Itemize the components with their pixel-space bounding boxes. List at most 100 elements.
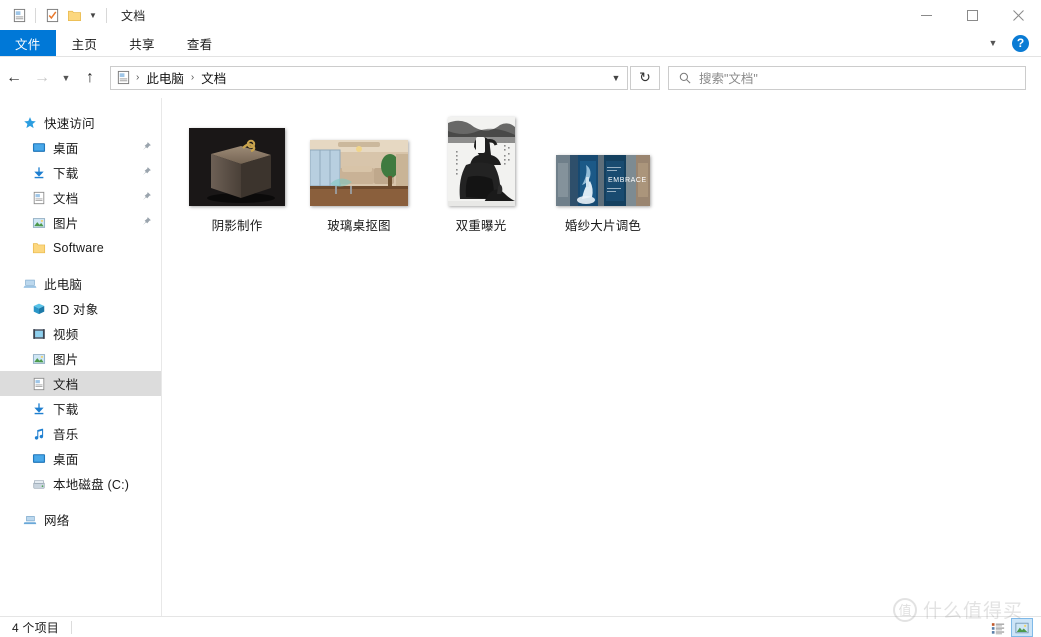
sidebar-item-label: 图片 — [53, 217, 79, 231]
breadcrumb-separator-1[interactable]: › — [136, 72, 139, 83]
large-icons-view-button[interactable] — [1011, 618, 1033, 637]
search-box[interactable]: 搜索"文档" — [668, 65, 1026, 90]
thumbnail-living-room — [310, 140, 408, 206]
sidebar-item-downloads[interactable]: 下载 — [0, 396, 161, 421]
sidebar-group-label-this-pc: 此电脑 — [44, 278, 83, 292]
file-label: 玻璃桌抠图 — [327, 219, 391, 233]
recent-locations-chevron-icon[interactable]: ▼ — [56, 63, 76, 93]
file-label: 婚纱大片调色 — [564, 219, 642, 233]
sidebar-group-this-pc[interactable]: 此电脑 — [0, 271, 161, 296]
help-button[interactable]: ? — [1012, 34, 1029, 52]
sidebar-item-label: 文档 — [53, 378, 79, 392]
pin-icon[interactable] — [141, 191, 152, 205]
sidebar-item-3d-objects[interactable]: 3D 对象 — [0, 296, 161, 321]
search-input[interactable]: 搜索"文档" — [699, 68, 758, 87]
documents-icon — [29, 377, 49, 391]
toolbar-separator — [35, 7, 36, 23]
forward-button[interactable]: → — [28, 63, 56, 93]
navigation-pane[interactable]: 快速访问 桌面 下载 文档 图片 Software 此电脑 3D 对象 视频 图… — [0, 98, 162, 616]
thumbnail-shadow-box — [189, 128, 285, 206]
file-label: 双重曝光 — [455, 219, 507, 233]
sidebar-item-documents-qa[interactable]: 文档 — [0, 185, 161, 210]
sidebar-item-label: 下载 — [53, 403, 79, 417]
documents-icon — [29, 191, 49, 205]
sidebar-item-downloads-qa[interactable]: 下载 — [0, 160, 161, 185]
back-button[interactable]: ← — [0, 63, 28, 93]
tab-view[interactable]: 查看 — [171, 30, 229, 56]
sidebar-item-label: 桌面 — [53, 142, 79, 156]
tab-share[interactable]: 共享 — [113, 30, 171, 56]
sidebar-item-label: 下载 — [53, 167, 79, 181]
network-icon — [20, 513, 40, 527]
file-item[interactable]: 双重曝光 — [420, 104, 542, 234]
pin-icon[interactable] — [141, 141, 152, 155]
sidebar-item-software[interactable]: Software — [0, 235, 161, 260]
file-item[interactable]: 玻璃桌抠图 — [298, 104, 420, 234]
sidebar-item-desktop[interactable]: 桌面 — [0, 446, 161, 471]
sidebar-item-local-disk-c[interactable]: 本地磁盘 (C:) — [0, 471, 161, 496]
view-mode-buttons — [987, 617, 1033, 637]
tab-home[interactable]: 主页 — [56, 30, 114, 56]
thumbnail-wrapper: EMBRACE — [556, 106, 650, 206]
customize-chevron-icon[interactable]: ▼ — [85, 5, 101, 25]
sidebar-item-label: 3D 对象 — [53, 303, 99, 317]
minimize-button[interactable] — [903, 0, 949, 30]
file-item[interactable]: EMBRACE 婚纱大片调色 — [542, 104, 664, 234]
folder-icon[interactable] — [63, 4, 85, 26]
sidebar-item-documents[interactable]: 文档 — [0, 371, 161, 396]
file-list-pane[interactable]: 阴影制作 玻璃桌抠图 双重曝光 EMBRACE 婚纱大片调色 — [162, 98, 1041, 616]
thumbnail-double-exposure — [447, 117, 515, 206]
downloads-icon — [29, 166, 49, 180]
sidebar-group-label-network: 网络 — [44, 514, 70, 528]
address-bar[interactable]: › 此电脑 › 文档 ▼ — [110, 65, 628, 90]
sidebar-item-pictures-qa[interactable]: 图片 — [0, 210, 161, 235]
close-button[interactable] — [995, 0, 1041, 30]
breadcrumb-item-this-pc[interactable]: 此电脑 — [144, 68, 186, 87]
star-icon — [20, 116, 40, 130]
properties-icon[interactable] — [8, 4, 30, 26]
sidebar-item-desktop-qa[interactable]: 桌面 — [0, 135, 161, 160]
sidebar-group-network[interactable]: 网络 — [0, 507, 161, 532]
new-folder-checkbox-icon[interactable] — [41, 4, 63, 26]
downloads-icon — [29, 402, 49, 416]
sidebar-group-label-quick-access: 快速访问 — [44, 117, 95, 131]
sidebar-item-label: 图片 — [53, 353, 79, 367]
svg-text:EMBRACE: EMBRACE — [608, 177, 647, 184]
quick-access-toolbar: ▼ 文档 — [0, 4, 145, 26]
pin-icon[interactable] — [141, 166, 152, 180]
up-button[interactable]: ↑ — [76, 63, 104, 93]
expand-ribbon-chevron-icon[interactable]: ▼ — [984, 38, 1002, 48]
ribbon-tab-bar: 文件 主页 共享 查看 ▼ ? — [0, 30, 1041, 56]
search-icon — [679, 72, 691, 84]
thumbnail-wrapper — [310, 106, 408, 206]
sidebar-group-quick-access[interactable]: 快速访问 — [0, 110, 161, 135]
sidebar-item-music[interactable]: 音乐 — [0, 421, 161, 446]
sidebar-item-videos[interactable]: 视频 — [0, 321, 161, 346]
address-dropdown-chevron-icon[interactable]: ▼ — [605, 67, 627, 89]
desktop-icon — [29, 452, 49, 466]
sidebar-item-pictures[interactable]: 图片 — [0, 346, 161, 371]
sidebar-item-label: Software — [53, 240, 104, 255]
breadcrumb-separator-2[interactable]: › — [191, 72, 194, 83]
breadcrumb-documents-icon — [116, 70, 131, 85]
file-explorer-window: ▼ 文档 文件 主页 共享 查看 ▼ ? ← → ▼ ↑ › 此电脑 › 文档 … — [0, 0, 1041, 637]
refresh-button[interactable]: ↻ — [630, 65, 660, 90]
status-bar: 4 个项目 — [0, 616, 1041, 637]
pictures-icon — [29, 352, 49, 366]
details-view-button[interactable] — [987, 618, 1009, 637]
file-item[interactable]: 阴影制作 — [176, 104, 298, 234]
toolbar-separator-2 — [106, 7, 107, 23]
breadcrumb-item-documents[interactable]: 文档 — [199, 68, 228, 87]
tab-file[interactable]: 文件 — [0, 30, 56, 56]
pin-icon[interactable] — [141, 216, 152, 230]
ribbon-right-controls: ▼ ? — [984, 30, 1035, 56]
this-pc-icon — [20, 277, 40, 291]
file-grid: 阴影制作 玻璃桌抠图 双重曝光 EMBRACE 婚纱大片调色 — [162, 98, 1041, 234]
sidebar-item-label: 文档 — [53, 192, 79, 206]
item-count-label: 4 个项目 — [12, 620, 60, 635]
address-bar-row: ← → ▼ ↑ › 此电脑 › 文档 ▼ ↻ 搜索"文档" — [0, 57, 1041, 98]
sidebar-item-label: 音乐 — [53, 428, 79, 442]
maximize-button[interactable] — [949, 0, 995, 30]
folder-icon — [29, 241, 49, 255]
sidebar-item-label: 桌面 — [53, 453, 79, 467]
